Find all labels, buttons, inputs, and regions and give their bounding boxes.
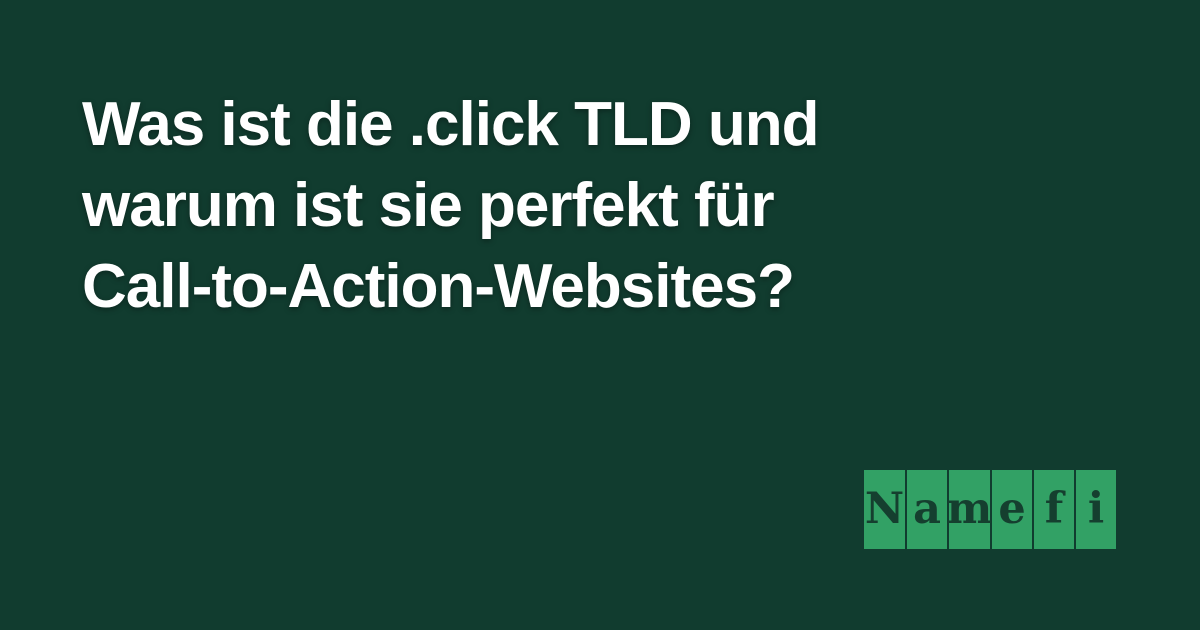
logo-letter-m: m [947, 470, 992, 549]
logo-letter-e: e [992, 470, 1032, 549]
title-line-3: Call-to-Action-Websites? [82, 252, 795, 321]
logo-letter-f: f [1034, 470, 1074, 549]
logo-letter-i: i [1076, 470, 1116, 549]
page-title: Was ist die .click TLD und warum ist sie… [82, 84, 1122, 327]
title-line-1: Was ist die .click TLD und [82, 90, 820, 159]
title-line-2: warum ist sie perfekt für [82, 171, 775, 240]
namefi-logo: N a m e f i [864, 470, 1116, 549]
logo-letter-n: N [864, 470, 905, 549]
logo-letter-a: a [907, 470, 947, 549]
